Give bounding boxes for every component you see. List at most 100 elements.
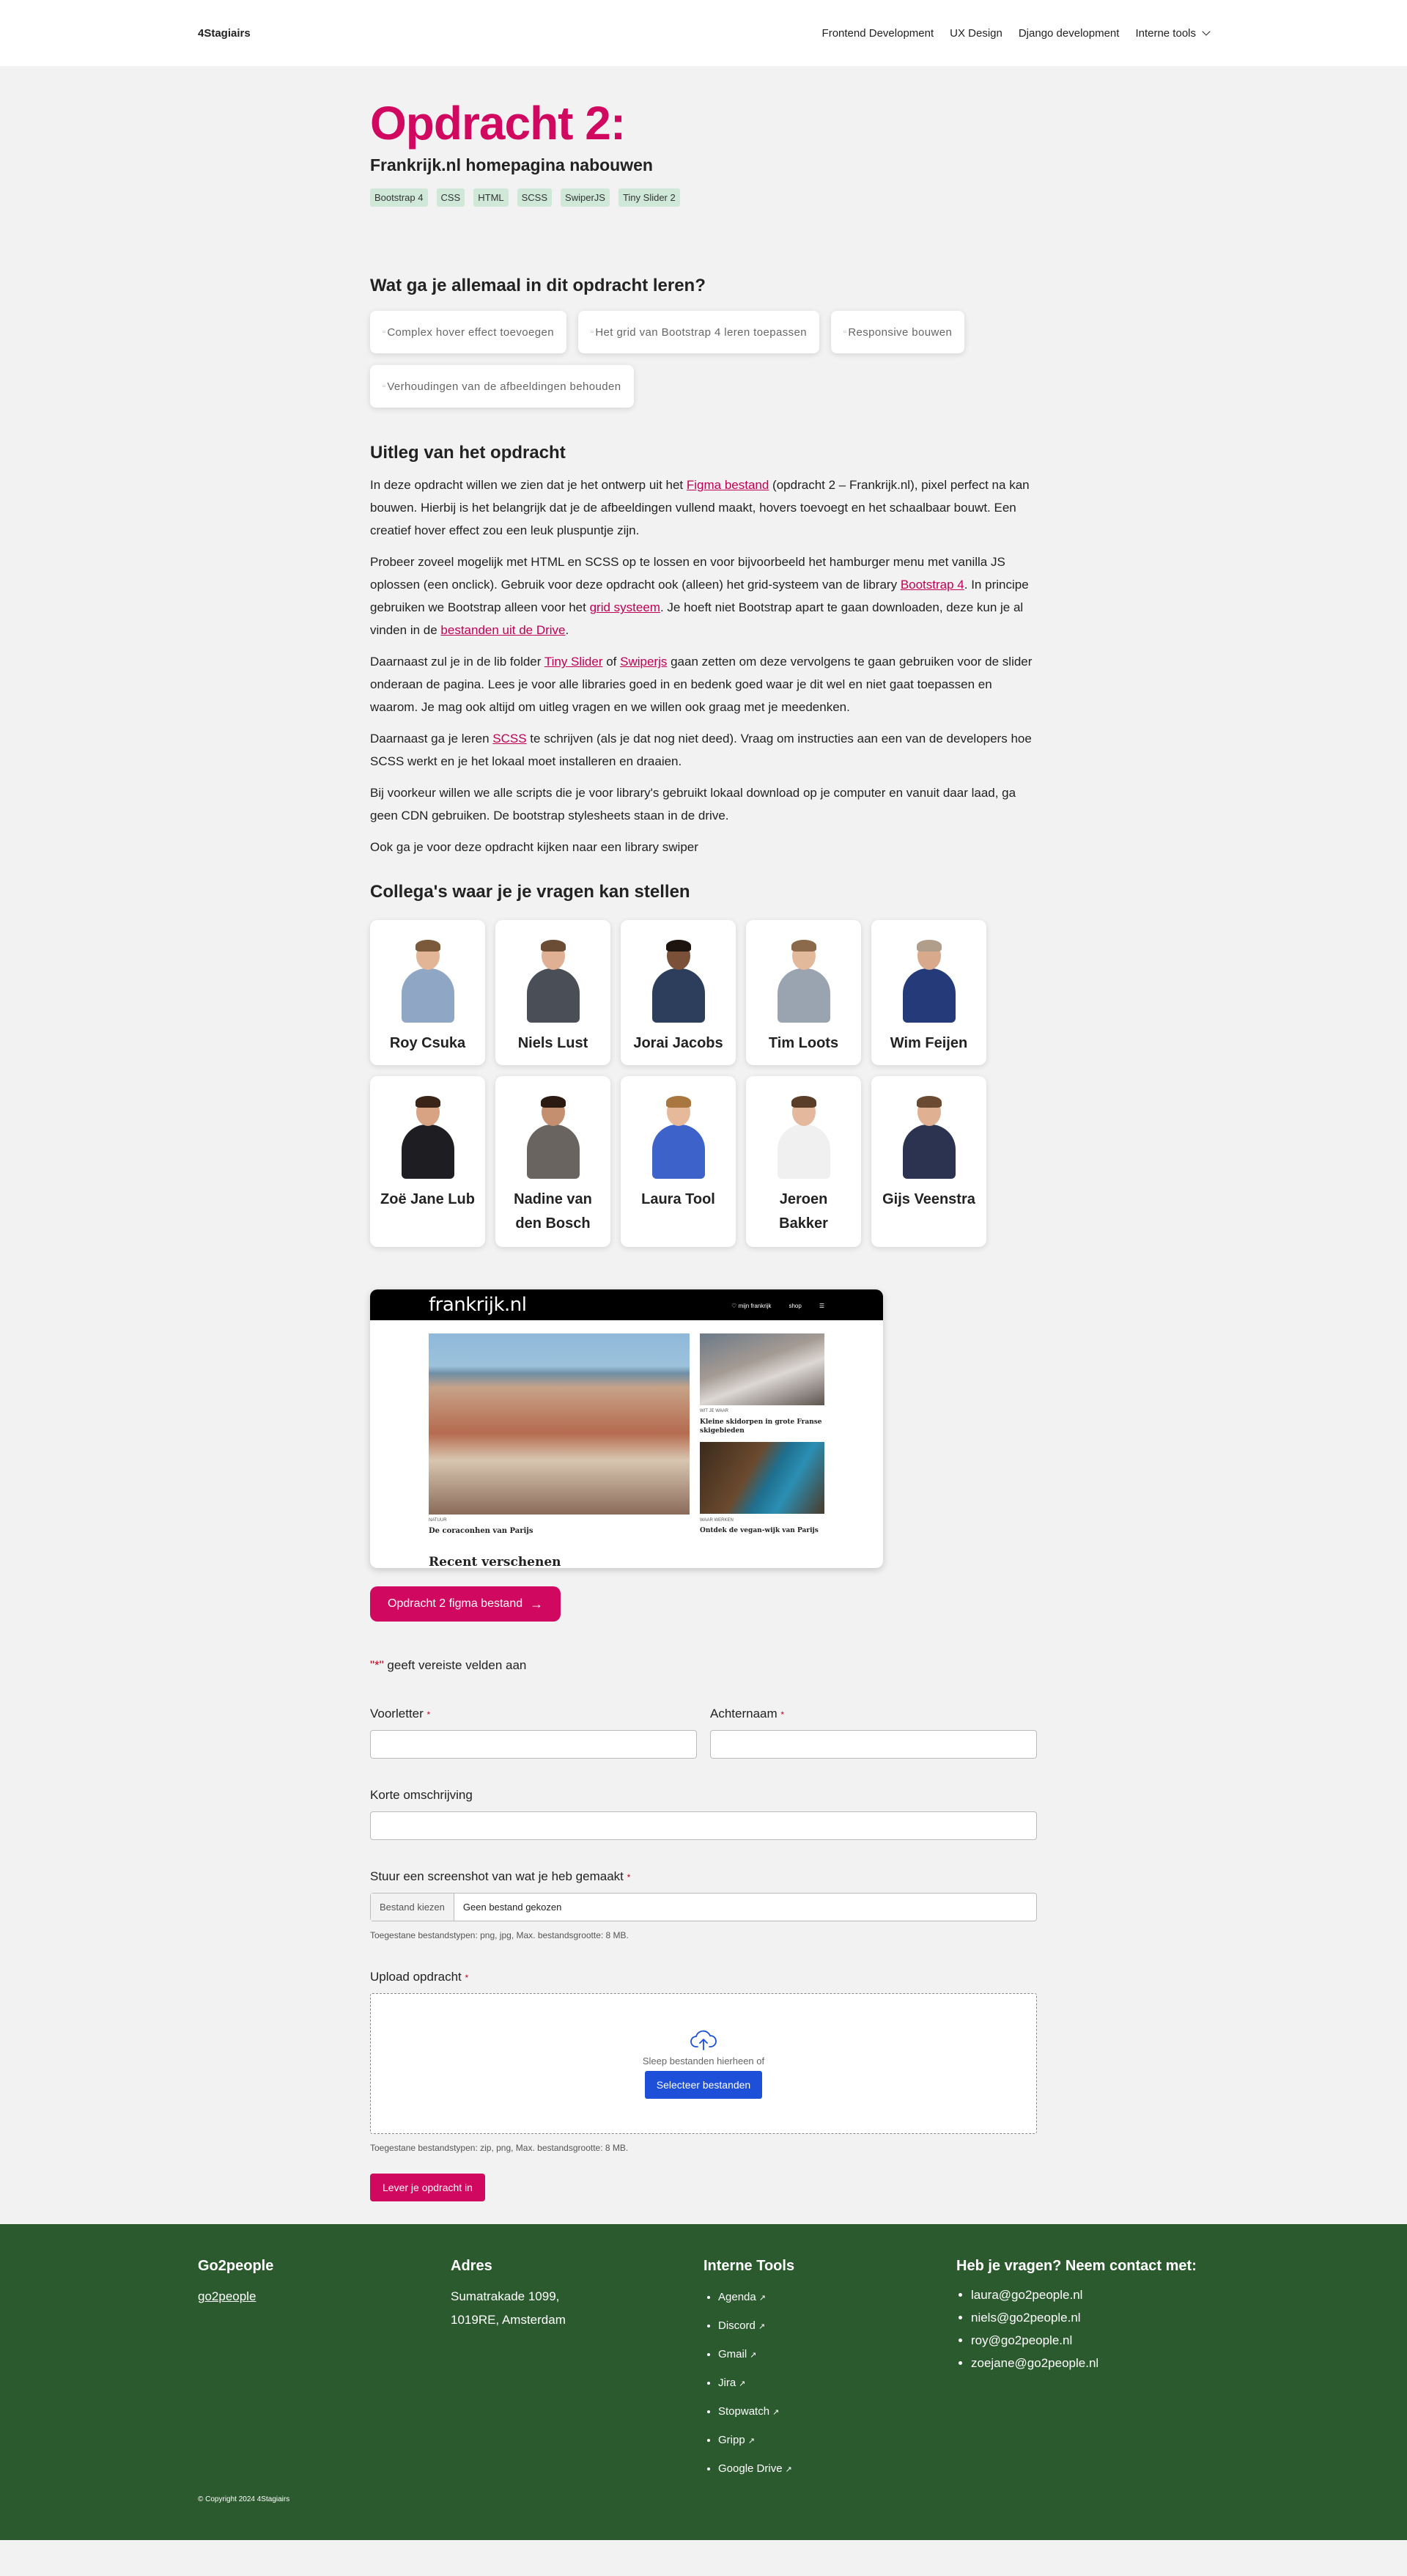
learn-card: ▫ Het grid van Bootstrap 4 leren toepasse… (578, 311, 819, 354)
nav-dropdown-tools[interactable]: Interne tools (1135, 26, 1211, 40)
learn-card-label: Complex hover effect toevoegen (387, 325, 555, 339)
tag: CSS (436, 188, 465, 207)
colleague-name: Niels Lust (517, 1035, 588, 1052)
file-dropzone[interactable]: Sleep bestanden hierheen of Selecteer be… (370, 1993, 1037, 2135)
required-note: "*" geeft vereiste velden aan (370, 1658, 527, 1673)
tag: Bootstrap 4 (370, 188, 428, 207)
address-line: Sumatrakade 1099, (451, 2289, 560, 2304)
tool-link[interactable]: Gmail↗ (718, 2341, 956, 2369)
footer-heading: Heb je vragen? Neem contact met: (956, 2258, 1197, 2275)
learn-heading: Wat ga je allemaal in dit opdracht leren… (370, 276, 706, 296)
footer-heading: Interne Tools (704, 2258, 795, 2275)
colleague-name: Roy Csuka (389, 1035, 466, 1052)
footer-col-address: Adres Sumatrakade 1099, 1019RE, Amsterdam (451, 2258, 704, 2484)
footer: Go2people go2people Adres Sumatrakade 10… (0, 2224, 1407, 2541)
last-name-input[interactable] (710, 1730, 1037, 1759)
tiny-slider-link[interactable]: Tiny Slider (544, 655, 603, 669)
footer-heading: Adres (451, 2258, 492, 2275)
avatar (897, 939, 961, 1023)
colleague-card: Roy Csuka (370, 920, 485, 1066)
colleague-card: Zoë Jane Lub (370, 1076, 485, 1248)
colleague-card: Gijs Veenstra (871, 1076, 986, 1248)
page-subtitle: Frankrijk.nl homepagina nabouwen (370, 155, 653, 175)
tool-link[interactable]: Jira↗ (718, 2369, 956, 2398)
first-name-label: Voorletter * (370, 1707, 431, 1721)
learn-card-label: Responsive bouwen (848, 325, 953, 339)
choose-file-button[interactable]: Bestand kiezen (371, 1894, 454, 1921)
figma-preview-image[interactable]: frankrijk.nl ♡ mijn frankrijk shop ☰ NAT… (370, 1289, 883, 1569)
footer-col-company: Go2people go2people (198, 2258, 451, 2484)
last-name-field: Achternaam * (710, 1707, 1037, 1759)
tool-link[interactable]: Gripp↗ (718, 2426, 956, 2455)
checkbox-icon: ▫ (591, 328, 594, 337)
tag: SCSS (517, 188, 553, 207)
contact-email[interactable]: zoejane@go2people.nl (971, 2352, 1209, 2374)
figma-link[interactable]: Figma bestand (687, 478, 769, 492)
file-status: Geen bestand gekozen (462, 1902, 562, 1913)
colleague-name: Zoë Jane Lub (380, 1191, 475, 1208)
tag: SwiperJS (561, 188, 610, 207)
contact-email[interactable]: roy@go2people.nl (971, 2329, 1209, 2352)
last-name-label: Achternaam * (710, 1707, 785, 1721)
colleague-name: Jorai Jacobs (633, 1035, 723, 1052)
screenshot-file-input[interactable]: Bestand kiezen Geen bestand gekozen (370, 1893, 1037, 1922)
go2people-link[interactable]: go2people (198, 2289, 256, 2303)
paragraph: In deze opdracht willen we zien dat je h… (370, 478, 1030, 538)
chevron-down-icon (1202, 26, 1211, 36)
screenshot-label: Stuur een screenshot van wat je heb gema… (370, 1869, 631, 1884)
first-name-input[interactable] (370, 1730, 697, 1759)
checkbox-icon: ▫ (383, 382, 386, 391)
footer-heading: Go2people (198, 2258, 274, 2275)
nav-link-ux[interactable]: UX Design (950, 27, 1002, 40)
preview-side-photo (700, 1442, 824, 1515)
external-link-icon: ↗ (772, 2408, 780, 2418)
tech-tags: Bootstrap 4 CSS HTML SCSS SwiperJS Tiny … (370, 188, 1037, 207)
swiperjs-link[interactable]: Swiperjs (620, 655, 667, 669)
preview-main-photo (429, 1333, 690, 1515)
avatar (646, 1095, 711, 1180)
contact-email[interactable]: laura@go2people.nl (971, 2284, 1209, 2306)
colleague-name: Jeroen Bakker (779, 1191, 828, 1232)
footer-col-contact: Heb je vragen? Neem contact met: laura@g… (956, 2258, 1209, 2484)
tool-link[interactable]: Discord↗ (718, 2312, 956, 2341)
dropzone-text: Sleep bestanden hierheen of (642, 2055, 765, 2067)
page-title: Opdracht 2: (370, 97, 626, 150)
select-files-button[interactable]: Selecteer bestanden (644, 2070, 763, 2099)
learn-card-label: Het grid van Bootstrap 4 leren toepassen (595, 325, 807, 339)
tool-link[interactable]: Stopwatch↗ (718, 2398, 956, 2426)
tool-link[interactable]: Agenda↗ (718, 2284, 956, 2312)
upload-hint: Toegestane bestandstypen: zip, png, Max.… (370, 2143, 629, 2154)
paragraph: Ook ga je voor deze opdracht kijken naar… (370, 840, 698, 855)
paragraph: Daarnaast zul je in de lib folder Tiny S… (370, 655, 1033, 715)
learn-card: ▫ Verhoudingen van de afbeeldingen behoud… (370, 365, 634, 408)
avatar (772, 1095, 836, 1180)
bootstrap-link[interactable]: Bootstrap 4 (901, 578, 964, 592)
grid-system-link[interactable]: grid systeem (590, 600, 660, 614)
external-link-icon: ↗ (739, 2380, 746, 2389)
address-line: 1019RE, Amsterdam (451, 2313, 566, 2327)
external-link-icon: ↗ (758, 2322, 766, 2332)
tag: Tiny Slider 2 (618, 188, 680, 207)
avatar (521, 939, 586, 1023)
drive-files-link[interactable]: bestanden uit de Drive (440, 623, 565, 637)
description-input[interactable] (370, 1811, 1037, 1841)
nav-link-django[interactable]: Django development (1019, 27, 1120, 40)
site-logo[interactable]: 4Stagiairs (198, 27, 251, 40)
learn-goals: ▫ Complex hover effect toevoegen ▫ Het gri… (370, 311, 1037, 408)
checkbox-icon: ▫ (383, 328, 386, 337)
tag: HTML (473, 188, 509, 207)
tool-link[interactable]: Google Drive↗ (718, 2455, 956, 2484)
avatar (396, 1095, 460, 1180)
paragraph: Daarnaast ga je leren SCSS te schrijven … (370, 732, 1032, 769)
nav-link-frontend[interactable]: Frontend Development (822, 27, 934, 40)
scss-link[interactable]: SCSS (492, 732, 526, 746)
nav-link-tools: Interne tools (1135, 26, 1196, 40)
colleagues-heading: Collega's waar je je vragen kan stellen (370, 882, 690, 902)
figma-file-button[interactable]: Opdracht 2 figma bestand → (370, 1586, 561, 1622)
preview-side-photo (700, 1333, 824, 1406)
external-link-icon: ↗ (750, 2351, 757, 2360)
contact-email[interactable]: niels@go2people.nl (971, 2306, 1209, 2329)
submit-button[interactable]: Lever je opdracht in (370, 2174, 485, 2202)
upload-label: Upload opdracht * (370, 1970, 469, 1984)
colleague-card: Jorai Jacobs (621, 920, 736, 1066)
